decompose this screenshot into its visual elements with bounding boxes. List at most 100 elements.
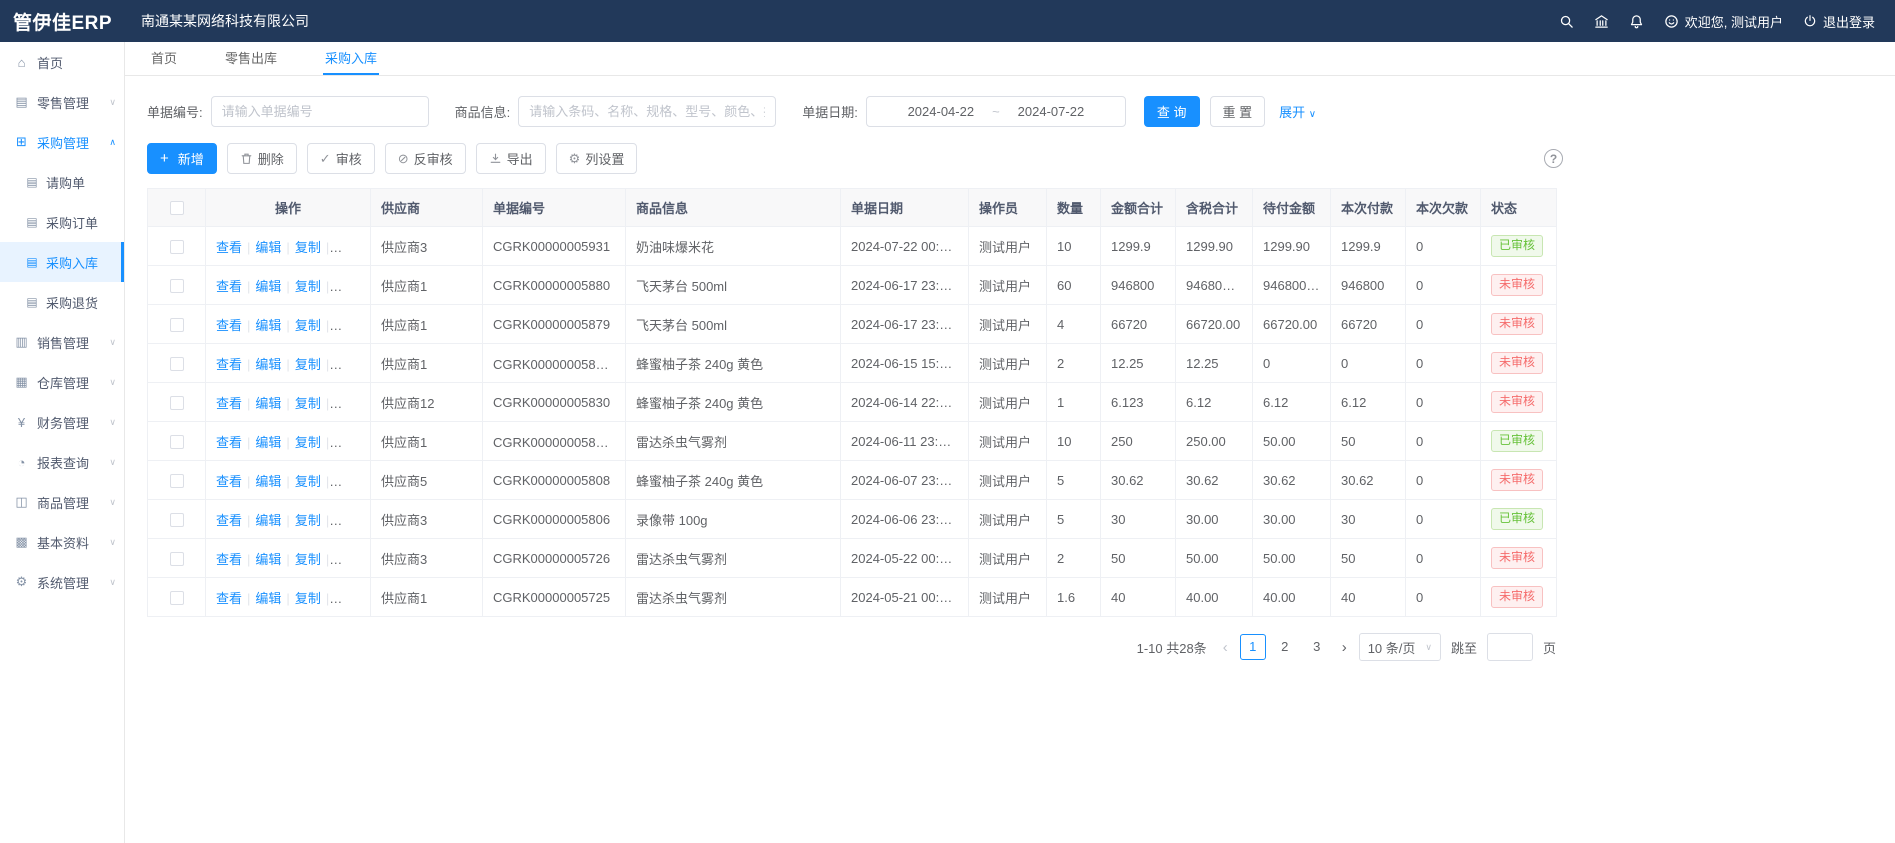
bill-no-input[interactable] (211, 96, 429, 127)
audit-button[interactable]: ✓ 审核 (307, 143, 375, 174)
tab-0[interactable]: 首页 (149, 42, 179, 75)
page-number-3[interactable]: 3 (1304, 634, 1330, 660)
row-checkbox[interactable] (170, 474, 184, 488)
help-icon[interactable]: ? (1544, 149, 1563, 168)
cell-qty: 5 (1047, 461, 1101, 500)
row-checkbox[interactable] (170, 240, 184, 254)
plus-icon: + (160, 150, 169, 167)
row-checkbox[interactable] (170, 357, 184, 371)
welcome-text: 欢迎您, 测试用户 (1685, 12, 1783, 31)
row-action-copy[interactable]: 复制 (295, 591, 321, 606)
row-action-view[interactable]: 查看 (216, 591, 242, 606)
row-action-copy[interactable]: 复制 (295, 396, 321, 411)
welcome-user[interactable]: 欢迎您, 测试用户 (1664, 12, 1783, 31)
row-action-copy[interactable]: 复制 (295, 552, 321, 567)
row-action-edit[interactable]: 编辑 (255, 474, 281, 489)
tab-1[interactable]: 零售出库 (223, 42, 279, 75)
sidebar-item-1[interactable]: ▤ 零售管理 ∨ (0, 82, 124, 122)
logout-button[interactable]: 退出登录 (1803, 12, 1875, 31)
search-button[interactable]: 查 询 (1144, 96, 1200, 127)
row-action-copy[interactable]: 复制 (295, 318, 321, 333)
finance-icon: ¥ (13, 415, 30, 430)
row-checkbox[interactable] (170, 396, 184, 410)
jump-page-input[interactable] (1487, 633, 1533, 661)
cell-debt: 0 (1406, 500, 1481, 539)
row-action-view[interactable]: 查看 (216, 357, 242, 372)
prev-page-icon[interactable]: ‹ (1221, 639, 1230, 656)
row-action-view[interactable]: 查看 (216, 474, 242, 489)
sidebar-item-7[interactable]: ◫ 商品管理 ∨ (0, 482, 124, 522)
sidebar-item-9[interactable]: ⚙ 系统管理 ∨ (0, 562, 124, 602)
row-action-copy[interactable]: 复制 (295, 474, 321, 489)
row-action-view[interactable]: 查看 (216, 435, 242, 450)
row-action-view[interactable]: 查看 (216, 240, 242, 255)
doc-icon: ▤ (24, 295, 40, 309)
row-action-view[interactable]: 查看 (216, 552, 242, 567)
row-action-edit[interactable]: 编辑 (255, 396, 281, 411)
sidebar-subitem-2-2[interactable]: ▤ 采购入库 (0, 242, 124, 282)
sidebar-item-3[interactable]: ▥ 销售管理 ∨ (0, 322, 124, 362)
page-number-1[interactable]: 1 (1240, 634, 1266, 660)
cell-product: 录像带 100g (626, 500, 841, 539)
row-action-edit[interactable]: 编辑 (255, 435, 281, 450)
chevron-down-icon: ∨ (109, 537, 116, 548)
cell-date: 2024-05-21 00:13:25 (841, 578, 969, 617)
row-checkbox[interactable] (170, 318, 184, 332)
sidebar-item-4[interactable]: ▦ 仓库管理 ∨ (0, 362, 124, 402)
page-size-select[interactable]: 10 条/页 ∨ (1359, 633, 1441, 661)
page-suffix: 页 (1543, 638, 1556, 657)
row-action-view[interactable]: 查看 (216, 279, 242, 294)
date-start-value[interactable]: 2024-04-22 (908, 104, 975, 119)
next-page-icon[interactable]: › (1340, 639, 1349, 656)
delete-button[interactable]: 删除 (227, 143, 297, 174)
row-action-edit[interactable]: 编辑 (255, 591, 281, 606)
reset-button[interactable]: 重 置 (1210, 96, 1266, 127)
unaudit-button[interactable]: ⊘ 反审核 (385, 143, 466, 174)
sidebar-item-8[interactable]: ▩ 基本资料 ∨ (0, 522, 124, 562)
row-action-edit[interactable]: 编辑 (255, 552, 281, 567)
row-action-copy[interactable]: 复制 (295, 279, 321, 294)
sidebar-item-0[interactable]: ⌂ 首页 (0, 42, 124, 82)
sidebar-item-label: 系统管理 (37, 573, 89, 592)
row-action-copy[interactable]: 复制 (295, 513, 321, 528)
row-checkbox[interactable] (170, 513, 184, 527)
product-info-input[interactable] (518, 96, 776, 127)
select-all-checkbox[interactable] (170, 201, 184, 215)
sidebar-item-6[interactable]: ◔ 报表查询 ∨ (0, 442, 124, 482)
expand-link[interactable]: 展开 ∨ (1279, 102, 1316, 121)
sidebar-subitem-2-1[interactable]: ▤ 采购订单 (0, 202, 124, 242)
row-action-view[interactable]: 查看 (216, 318, 242, 333)
row-checkbox[interactable] (170, 591, 184, 605)
row-checkbox[interactable] (170, 279, 184, 293)
row-action-edit[interactable]: 编辑 (255, 513, 281, 528)
cell-amount: 40 (1101, 578, 1176, 617)
sidebar-item-5[interactable]: ¥ 财务管理 ∨ (0, 402, 124, 442)
tab-2[interactable]: 采购入库 (323, 42, 379, 75)
search-icon[interactable] (1559, 14, 1574, 29)
date-end-value[interactable]: 2024-07-22 (1018, 104, 1085, 119)
row-checkbox[interactable] (170, 552, 184, 566)
cell-date: 2024-06-17 23:59:00 (841, 266, 969, 305)
row-action-copy[interactable]: 复制 (295, 435, 321, 450)
row-action-copy[interactable]: 复制 (295, 240, 321, 255)
bank-icon[interactable] (1594, 14, 1609, 29)
row-checkbox[interactable] (170, 435, 184, 449)
column-settings-button[interactable]: ⚙ 列设置 (556, 143, 638, 174)
add-button[interactable]: + 新增 (147, 143, 217, 174)
sidebar-subitem-2-3[interactable]: ▤ 采购退货 (0, 282, 124, 322)
sidebar-subitem-2-0[interactable]: ▤ 请购单 (0, 162, 124, 202)
row-action-view[interactable]: 查看 (216, 513, 242, 528)
cell-status: 未审核 (1481, 461, 1557, 500)
row-action-edit[interactable]: 编辑 (255, 357, 281, 372)
row-action-view[interactable]: 查看 (216, 396, 242, 411)
page-number-2[interactable]: 2 (1272, 634, 1298, 660)
row-action-edit[interactable]: 编辑 (255, 240, 281, 255)
row-action-edit[interactable]: 编辑 (255, 279, 281, 294)
sidebar-item-2[interactable]: ⊞ 采购管理 ∧ (0, 122, 124, 162)
row-action-edit[interactable]: 编辑 (255, 318, 281, 333)
date-range-picker[interactable]: 2024-04-22 ~ 2024-07-22 (866, 96, 1126, 127)
bell-icon[interactable] (1629, 14, 1644, 29)
cell-payable: 50.00 (1253, 422, 1331, 461)
row-action-copy[interactable]: 复制 (295, 357, 321, 372)
export-button[interactable]: 导出 (476, 143, 546, 174)
